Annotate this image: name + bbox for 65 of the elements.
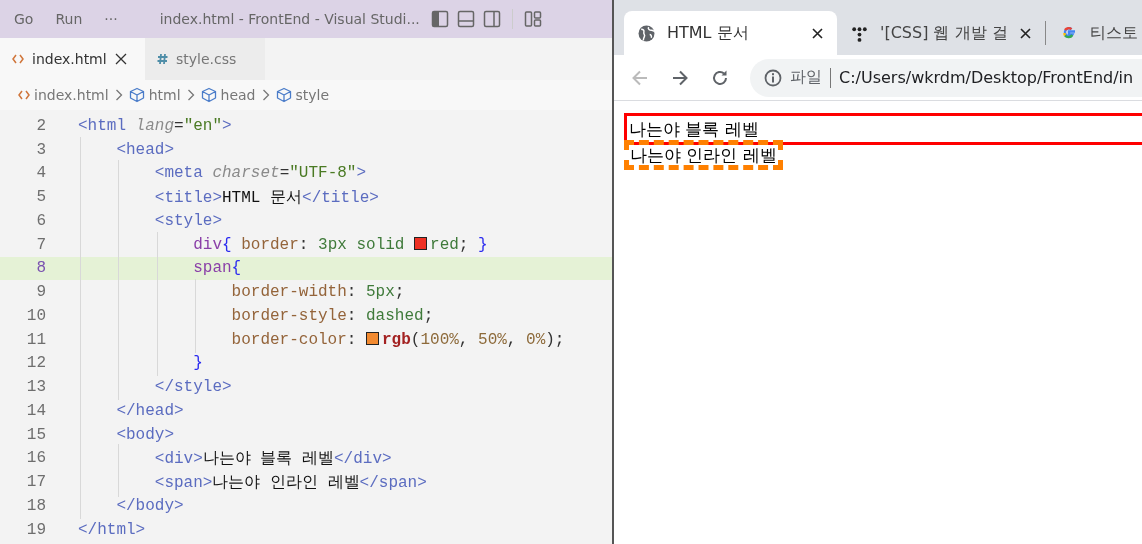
code-line: }: [78, 354, 203, 373]
close-icon[interactable]: [1019, 27, 1031, 39]
dots-icon: [851, 24, 868, 42]
code-line: span{: [78, 259, 242, 278]
line-number: 5: [35, 188, 46, 207]
menu-item[interactable]: Run: [47, 11, 91, 27]
address-bar[interactable]: 파일 C:/Users/wkrdm/Desktop/FrontEnd/in: [750, 58, 1142, 97]
line-number: 2: [35, 116, 46, 135]
browser-tab[interactable]: HTML 문서: [624, 11, 837, 55]
line-number: 15: [25, 425, 46, 444]
menu-item[interactable]: ···: [96, 11, 126, 27]
code-line: </html>: [78, 520, 146, 539]
browser-tab[interactable]: '[CSS] 웹 개발 걸: [837, 11, 1045, 55]
line-number: 3: [35, 140, 46, 159]
code-line: </head>: [78, 401, 184, 420]
panel-layout-icon[interactable]: [456, 10, 475, 28]
breadcrumb-item[interactable]: style: [295, 87, 330, 103]
code-icon: [18, 90, 30, 100]
browser-tab[interactable]: 티스토: [1045, 11, 1142, 55]
code-icon: [12, 54, 24, 64]
chevron-icon: [186, 89, 195, 101]
code-line: <html lang="en">: [78, 116, 232, 135]
globe-icon: [638, 24, 655, 42]
breadcrumb-item[interactable]: html: [148, 87, 181, 103]
chevron-icon: [114, 89, 123, 101]
close-icon[interactable]: [812, 27, 823, 39]
line-number: 7: [35, 235, 46, 254]
sidebar-layout-icon[interactable]: [430, 10, 449, 28]
chevron-icon: [261, 89, 270, 101]
line-number: 8: [35, 259, 46, 278]
breadcrumb-item[interactable]: index.html: [34, 87, 109, 103]
line-number: 14: [25, 401, 46, 420]
breadcrumb-item[interactable]: head: [220, 87, 256, 103]
editor-tab[interactable]: style.css: [145, 38, 265, 80]
hash-icon: [157, 53, 168, 65]
line-number: 4: [35, 164, 46, 183]
menu-item[interactable]: Go: [6, 11, 42, 27]
code-line: <style>: [78, 211, 222, 230]
split-layout-icon[interactable]: [482, 10, 501, 28]
editor-tab[interactable]: index.html: [0, 38, 145, 80]
code-line: border-style: dashed;: [78, 306, 434, 325]
line-number: 11: [25, 330, 46, 349]
code-line: div{ border: 3px solid red; }: [78, 235, 488, 254]
line-number: 13: [25, 378, 46, 397]
line-number: 16: [25, 449, 46, 468]
url-text: C:/Users/wkrdm/Desktop/FrontEnd/in: [839, 68, 1134, 87]
inline-element: 나는야 인라인 레벨: [624, 140, 783, 170]
line-number: 9: [35, 283, 46, 302]
block-element: 나는야 블록 레벨: [624, 113, 1142, 145]
info-icon: [764, 68, 782, 87]
close-icon[interactable]: [114, 53, 127, 65]
line-number: 10: [25, 306, 46, 325]
customize-layout-icon[interactable]: [523, 10, 542, 28]
code-line: </style>: [78, 378, 232, 397]
scheme-label: 파일: [790, 67, 822, 88]
cube-icon: [128, 87, 145, 103]
line-number: 18: [25, 496, 46, 515]
line-number: 19: [25, 520, 46, 539]
line-number: 6: [35, 211, 46, 230]
line-number: 12: [25, 354, 46, 373]
cube-icon: [275, 87, 292, 103]
line-number: 17: [25, 473, 46, 492]
cube-icon: [200, 87, 217, 103]
window-title: index.html - FrontEnd - Visual Studi...: [159, 11, 420, 27]
code-line: <head>: [78, 140, 174, 159]
